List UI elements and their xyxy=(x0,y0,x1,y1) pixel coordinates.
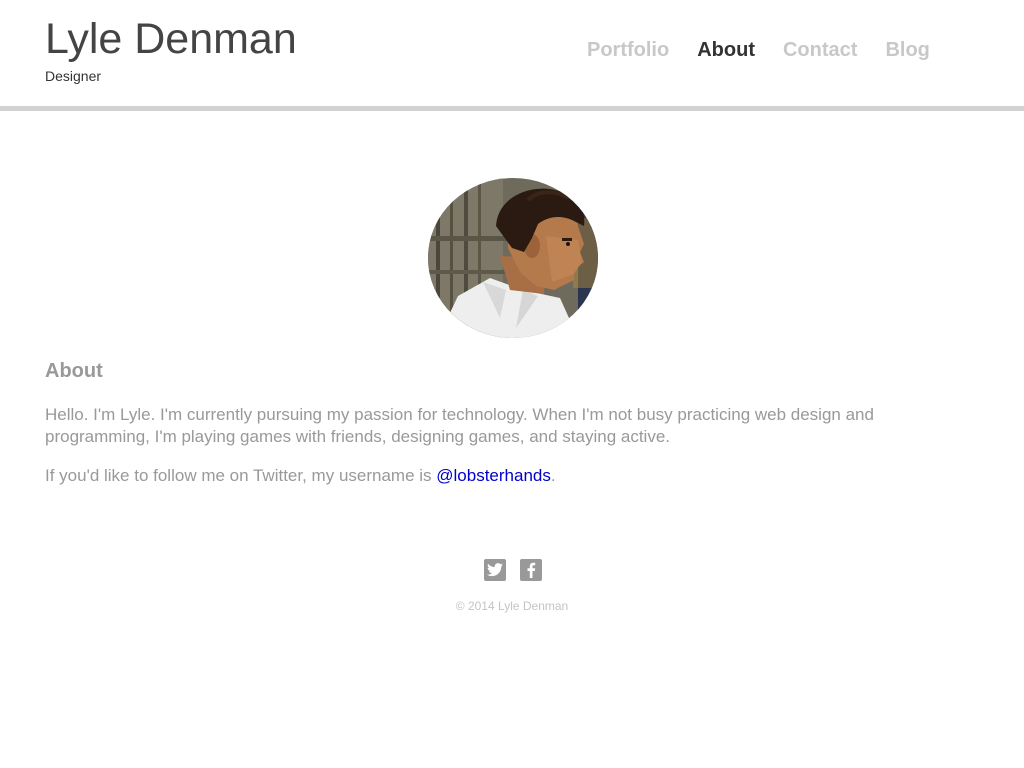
facebook-icon[interactable] xyxy=(520,559,542,581)
site-header: Lyle Denman Designer Portfolio About Con… xyxy=(0,0,1024,106)
twitter-icon[interactable] xyxy=(484,559,506,581)
page: Lyle Denman Designer Portfolio About Con… xyxy=(0,0,1024,768)
twitter-prefix-text: If you'd like to follow me on Twitter, m… xyxy=(45,466,437,485)
twitter-suffix-text: . xyxy=(550,466,556,485)
nav-item-portfolio[interactable]: Portfolio xyxy=(587,37,669,63)
nav-item-contact[interactable]: Contact xyxy=(783,37,857,63)
nav-item-about[interactable]: About xyxy=(697,37,755,63)
copyright-text: © 2014 Lyle Denman xyxy=(455,599,569,613)
about-intro-paragraph: Hello. I'm Lyle. I'm currently pursuing … xyxy=(45,405,874,446)
about-twitter-paragraph: If you'd like to follow me on Twitter, m… xyxy=(45,465,945,487)
nav-item-blog[interactable]: Blog xyxy=(885,37,929,63)
site-tagline: Designer xyxy=(45,68,102,84)
main-nav: Portfolio About Contact Blog xyxy=(587,37,930,63)
about-heading: About xyxy=(45,360,103,382)
profile-avatar xyxy=(428,178,598,338)
profile-photo-icon xyxy=(428,178,598,338)
social-links xyxy=(484,559,542,581)
site-name[interactable]: Lyle Denman xyxy=(45,14,297,64)
twitter-handle-link[interactable]: @lobsterhands xyxy=(436,466,551,485)
header-divider xyxy=(0,106,1024,111)
